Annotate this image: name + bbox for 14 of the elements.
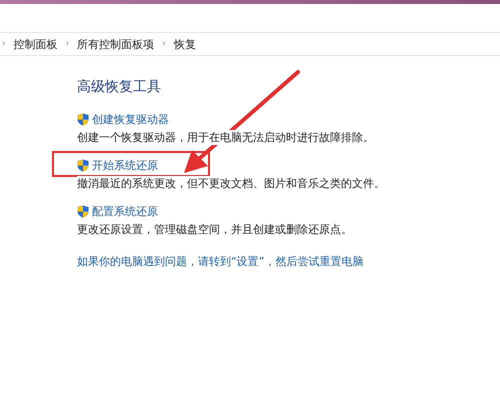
shield-icon xyxy=(77,205,89,218)
breadcrumb-item[interactable]: 恢复 xyxy=(174,36,196,52)
breadcrumb-item[interactable]: 所有控制面板项 xyxy=(77,36,154,52)
chevron-icon: › xyxy=(162,39,166,49)
section-title: 高级恢复工具 xyxy=(77,78,162,96)
breadcrumb-item[interactable]: 控制面板 xyxy=(14,36,58,52)
tool-link[interactable]: 创建恢复驱动器 xyxy=(92,112,169,127)
chevron-icon: › xyxy=(66,39,70,49)
chevron-icon: › xyxy=(2,39,6,49)
shield-icon xyxy=(77,159,89,172)
tool-link[interactable]: 配置系统还原 xyxy=(92,204,158,219)
tool-link[interactable]: 开始系统还原 xyxy=(92,158,158,173)
reset-link[interactable]: 如果你的电脑遇到问题，请转到“设置”，然后尝试重置电脑 xyxy=(77,254,500,269)
shield-icon xyxy=(77,113,89,126)
